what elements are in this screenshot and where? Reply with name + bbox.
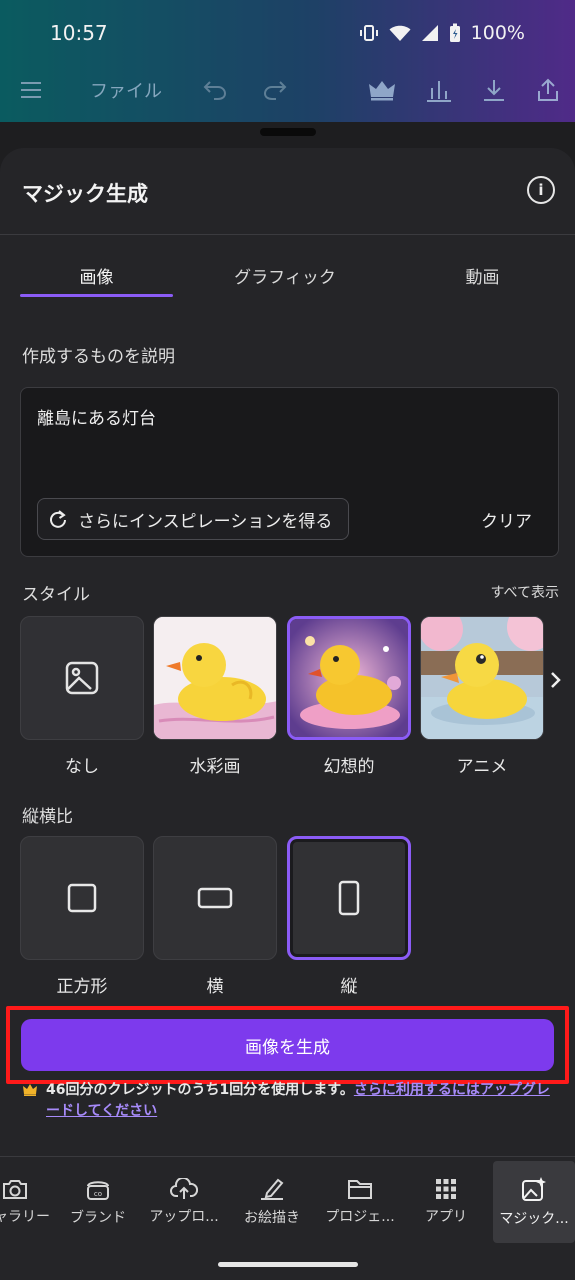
svg-text:co: co (94, 1190, 102, 1198)
credit-text: 46回分のクレジットのうち1回分を使用します。 (46, 1082, 354, 1098)
pen-icon (261, 1178, 284, 1200)
nav-label: アップロ... (149, 1209, 219, 1225)
prompt-label: 作成するものを説明 (22, 347, 175, 367)
generate-image-button[interactable]: 画像を生成 (21, 1019, 554, 1071)
nav-upload[interactable]: アップロ... (140, 1161, 228, 1243)
nav-label: お絵描き (244, 1210, 300, 1226)
chevron-right-icon[interactable] (546, 668, 566, 692)
square-icon (67, 883, 97, 913)
nav-label: マジック... (499, 1211, 569, 1227)
ratio-label-portrait: 縦 (340, 977, 358, 997)
nav-label: ギャラリー (0, 1209, 50, 1225)
divider (0, 1156, 575, 1157)
screen: 10:57 100% ファイル マジック生成 i 画像 グラフィック 動画 作成… (0, 0, 575, 1280)
magic-image-icon (522, 1177, 546, 1201)
active-tab-indicator (20, 294, 173, 297)
nav-magic[interactable]: マジック... (493, 1161, 575, 1243)
inspiration-label: さらにインスピレーションを得る (78, 511, 333, 532)
camera-icon (3, 1180, 27, 1199)
sheet-drag-handle[interactable] (259, 128, 316, 136)
battery-icon (449, 23, 460, 42)
style-list: なし 水彩画 幻想的 アニメ (20, 616, 575, 778)
fantasy-duck-image (290, 619, 408, 737)
nav-label: ブランド (70, 1210, 126, 1226)
tab-video[interactable]: 動画 (405, 252, 560, 298)
ratio-label-square: 正方形 (56, 977, 108, 997)
style-label-watercolor: 水彩画 (189, 757, 241, 777)
grid-icon (436, 1179, 456, 1199)
anime-duck-image (421, 617, 543, 739)
ratio-label-landscape: 横 (206, 977, 224, 997)
style-watercolor-card[interactable] (153, 616, 277, 740)
info-icon[interactable]: i (527, 176, 555, 204)
bottom-nav: ギャラリー co ブランド アップロ... お絵描き プロジェ... アプリ (0, 1161, 575, 1247)
crown-icon[interactable] (368, 79, 396, 101)
sheet-title: マジック生成 (22, 182, 148, 206)
nav-draw[interactable]: お絵描き (230, 1161, 314, 1243)
undo-icon[interactable] (202, 80, 228, 100)
style-label-anime: アニメ (456, 757, 508, 777)
style-label-fantasy: 幻想的 (323, 757, 375, 777)
folder-icon (348, 1180, 372, 1199)
nav-apps[interactable]: アプリ (406, 1161, 486, 1243)
prompt-input[interactable]: 離島にある灯台 さらにインスピレーションを得る クリア (20, 387, 559, 557)
style-fantasy-card[interactable] (287, 616, 411, 740)
prompt-text[interactable]: 離島にある灯台 (37, 404, 156, 429)
landscape-icon (197, 887, 233, 909)
ratio-portrait-card[interactable] (287, 836, 411, 960)
tab-image[interactable]: 画像 (20, 252, 173, 298)
chart-icon[interactable] (426, 78, 452, 102)
status-bar: 10:57 100% (50, 18, 525, 48)
ratio-square-card[interactable] (20, 836, 144, 960)
redo-icon[interactable] (262, 80, 288, 100)
credit-notice: 46回分のクレジットのうち1回分を使用します。さらに利用するにはアップグレードし… (22, 1080, 552, 1122)
clear-button[interactable]: クリア (467, 498, 546, 540)
type-tabs: 画像 グラフィック 動画 (0, 252, 575, 298)
file-menu[interactable]: ファイル (90, 77, 162, 103)
style-none-card[interactable] (20, 616, 144, 740)
style-anime-card[interactable] (420, 616, 544, 740)
nav-brand[interactable]: co ブランド (58, 1161, 138, 1243)
see-all-link[interactable]: すべて表示 (491, 582, 559, 602)
home-indicator[interactable] (217, 1262, 358, 1267)
style-label: スタイル (22, 585, 90, 605)
divider (0, 234, 575, 235)
style-label-none: なし (65, 757, 99, 777)
portrait-icon (338, 880, 360, 916)
magic-generate-sheet: マジック生成 i 画像 グラフィック 動画 作成するものを説明 離島にある灯台 … (0, 148, 575, 1280)
nav-projects[interactable]: プロジェ... (316, 1161, 404, 1243)
ratio-landscape-card[interactable] (153, 836, 277, 960)
editor-toolbar: ファイル (20, 68, 560, 112)
tab-graphic[interactable]: グラフィック (200, 252, 370, 298)
battery-level: 100% (470, 22, 525, 44)
vibrate-icon (359, 25, 378, 41)
watercolor-duck-image (154, 617, 276, 739)
nav-label: プロジェ... (325, 1209, 395, 1225)
status-time: 10:57 (50, 21, 108, 45)
nav-gallery[interactable]: ギャラリー (0, 1161, 50, 1243)
share-icon[interactable] (536, 78, 560, 102)
app-header: 10:57 100% ファイル (0, 0, 575, 122)
crown-icon (23, 1084, 37, 1096)
inspiration-button[interactable]: さらにインスピレーションを得る (37, 498, 349, 540)
cloud-upload-icon (170, 1178, 198, 1199)
aspect-ratio-label: 縦横比 (22, 807, 73, 827)
aspect-ratio-list: 正方形 横 縦 (20, 836, 420, 1000)
nav-label: アプリ (425, 1209, 467, 1225)
brand-icon: co (87, 1181, 109, 1200)
menu-icon[interactable] (20, 81, 42, 99)
image-placeholder-icon (65, 661, 99, 695)
refresh-icon (50, 510, 66, 528)
download-icon[interactable] (482, 78, 506, 102)
signal-icon (421, 25, 438, 41)
wifi-icon (389, 25, 411, 41)
